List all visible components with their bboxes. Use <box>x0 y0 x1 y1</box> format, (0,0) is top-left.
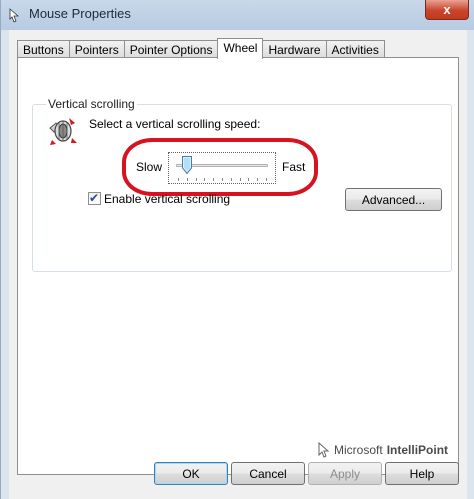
slider-tick <box>257 178 259 181</box>
slider-tick <box>186 178 188 181</box>
tab-pointers[interactable]: Pointers <box>68 40 125 58</box>
cancel-button[interactable]: Cancel <box>231 462 305 485</box>
slider-thumb[interactable] <box>182 156 193 174</box>
dialog-client: Buttons Pointers Pointer Options Wheel H… <box>9 30 467 499</box>
fast-label: Fast <box>282 160 306 174</box>
slider-tick <box>230 178 232 181</box>
brand-logo: Microsoft IntelliPoint <box>318 442 448 458</box>
slider-tick <box>213 178 215 181</box>
slider-tick <box>266 178 267 181</box>
slider-tick <box>195 178 197 181</box>
apply-button[interactable]: Apply <box>308 462 382 485</box>
tab-strip: Buttons Pointers Pointer Options Wheel H… <box>17 38 385 59</box>
enable-vertical-scrolling-label[interactable]: Enable vertical scrolling <box>104 192 230 206</box>
slow-label: Slow <box>136 160 163 174</box>
window-title: Mouse Properties <box>29 6 131 21</box>
tab-buttons[interactable]: Buttons <box>17 40 70 58</box>
scrolling-speed-slider[interactable] <box>168 152 276 184</box>
tab-activities[interactable]: Activities <box>325 40 385 58</box>
group-label: Vertical scrolling <box>46 97 137 111</box>
speed-prompt: Select a vertical scrolling speed: <box>89 117 261 131</box>
help-button[interactable]: Help <box>385 462 459 485</box>
tab-hardware[interactable]: Hardware <box>262 40 327 58</box>
ok-button[interactable]: OK <box>154 462 228 485</box>
wheel-tab-panel: Vertical scrolling Select a vertical scr… <box>17 57 459 475</box>
slider-tick <box>248 178 250 181</box>
checkmark-icon: ✔ <box>89 191 100 205</box>
mouse-properties-window: Mouse Properties x Buttons Pointers Poin… <box>0 0 474 499</box>
enable-vertical-scrolling-checkbox[interactable]: ✔ <box>88 191 101 205</box>
cursor-icon <box>318 442 330 458</box>
slider-tick <box>204 178 206 181</box>
scroll-wheel-icon <box>49 118 77 145</box>
slider-tick <box>178 178 179 181</box>
tab-pointer-options[interactable]: Pointer Options <box>123 40 219 58</box>
slider-tick <box>222 178 223 181</box>
advanced-button[interactable]: Advanced... <box>345 188 442 211</box>
slider-tick <box>239 178 241 181</box>
mouse-properties-icon <box>9 8 20 23</box>
tab-wheel[interactable]: Wheel <box>217 38 264 59</box>
title-bar[interactable]: Mouse Properties x <box>1 0 474 30</box>
brand-product: IntelliPoint <box>386 443 449 457</box>
close-button[interactable]: x <box>425 0 469 20</box>
brand-microsoft: Microsoft <box>334 443 383 457</box>
close-icon: x <box>443 2 451 17</box>
